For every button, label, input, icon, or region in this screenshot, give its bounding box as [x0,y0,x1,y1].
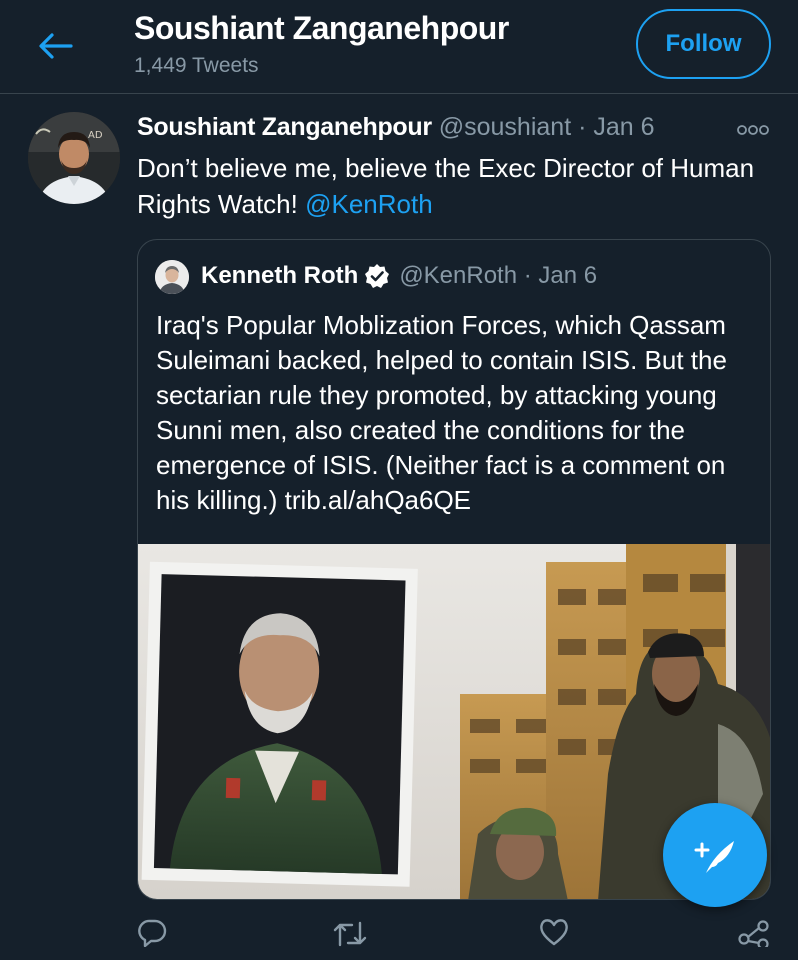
tweet-header: Soushiant Zanganehpour @soushiant · Jan … [137,113,655,142]
verified-badge-icon [364,263,390,289]
retweet-button[interactable] [330,917,370,957]
compose-tweet-button[interactable] [663,803,767,907]
more-horizontal-icon [737,125,769,135]
separator-dot: · [578,113,587,141]
quoted-tweet-text: Iraq's Popular Moblization Forces, which… [156,310,727,515]
back-button[interactable] [30,26,80,66]
arrow-left-icon [39,33,73,59]
quoted-handle-date[interactable]: @KenRoth · Jan 6 [399,262,597,290]
follow-button[interactable]: Follow [636,9,771,79]
profile-header: Soushiant Zanganehpour 1,449 Tweets Foll… [0,0,798,94]
reply-icon [138,919,167,947]
quoted-tweet-header: Kenneth Roth @KenRoth · Jan 6 [201,262,597,290]
tweet-date[interactable]: Jan 6 [593,113,654,141]
author-name[interactable]: Soushiant Zanganehpour [137,113,432,141]
tweet-count: 1,449 Tweets [134,54,259,77]
retweet-icon [333,921,367,947]
compose-tweet-icon [694,841,734,873]
share-icon [738,920,769,947]
more-options-button[interactable] [735,118,771,142]
quoted-author-name[interactable]: Kenneth Roth [201,262,358,290]
svg-text:AD: AD [88,130,103,141]
tweet-detail-screen: Soushiant Zanganehpour 1,449 Tweets Foll… [0,0,798,960]
tweet-text: Don’t believe me, believe the Exec Direc… [137,150,787,222]
reply-button[interactable] [132,917,172,957]
heart-icon [540,919,568,946]
header-title: Soushiant Zanganehpour [134,10,509,46]
quoted-tweet-card[interactable]: Kenneth Roth @KenRoth · Jan 6 Iraq's Pop… [137,239,771,900]
author-handle[interactable]: @soushiant [439,113,571,141]
like-button[interactable] [534,917,574,957]
quoted-avatar [155,260,189,294]
avatar[interactable]: AD [28,112,120,204]
share-button[interactable] [734,917,774,957]
mention-link[interactable]: @KenRoth [305,189,433,219]
tweet-body: Don’t believe me, believe the Exec Direc… [137,153,755,219]
avatar-photo: AD [28,112,120,204]
